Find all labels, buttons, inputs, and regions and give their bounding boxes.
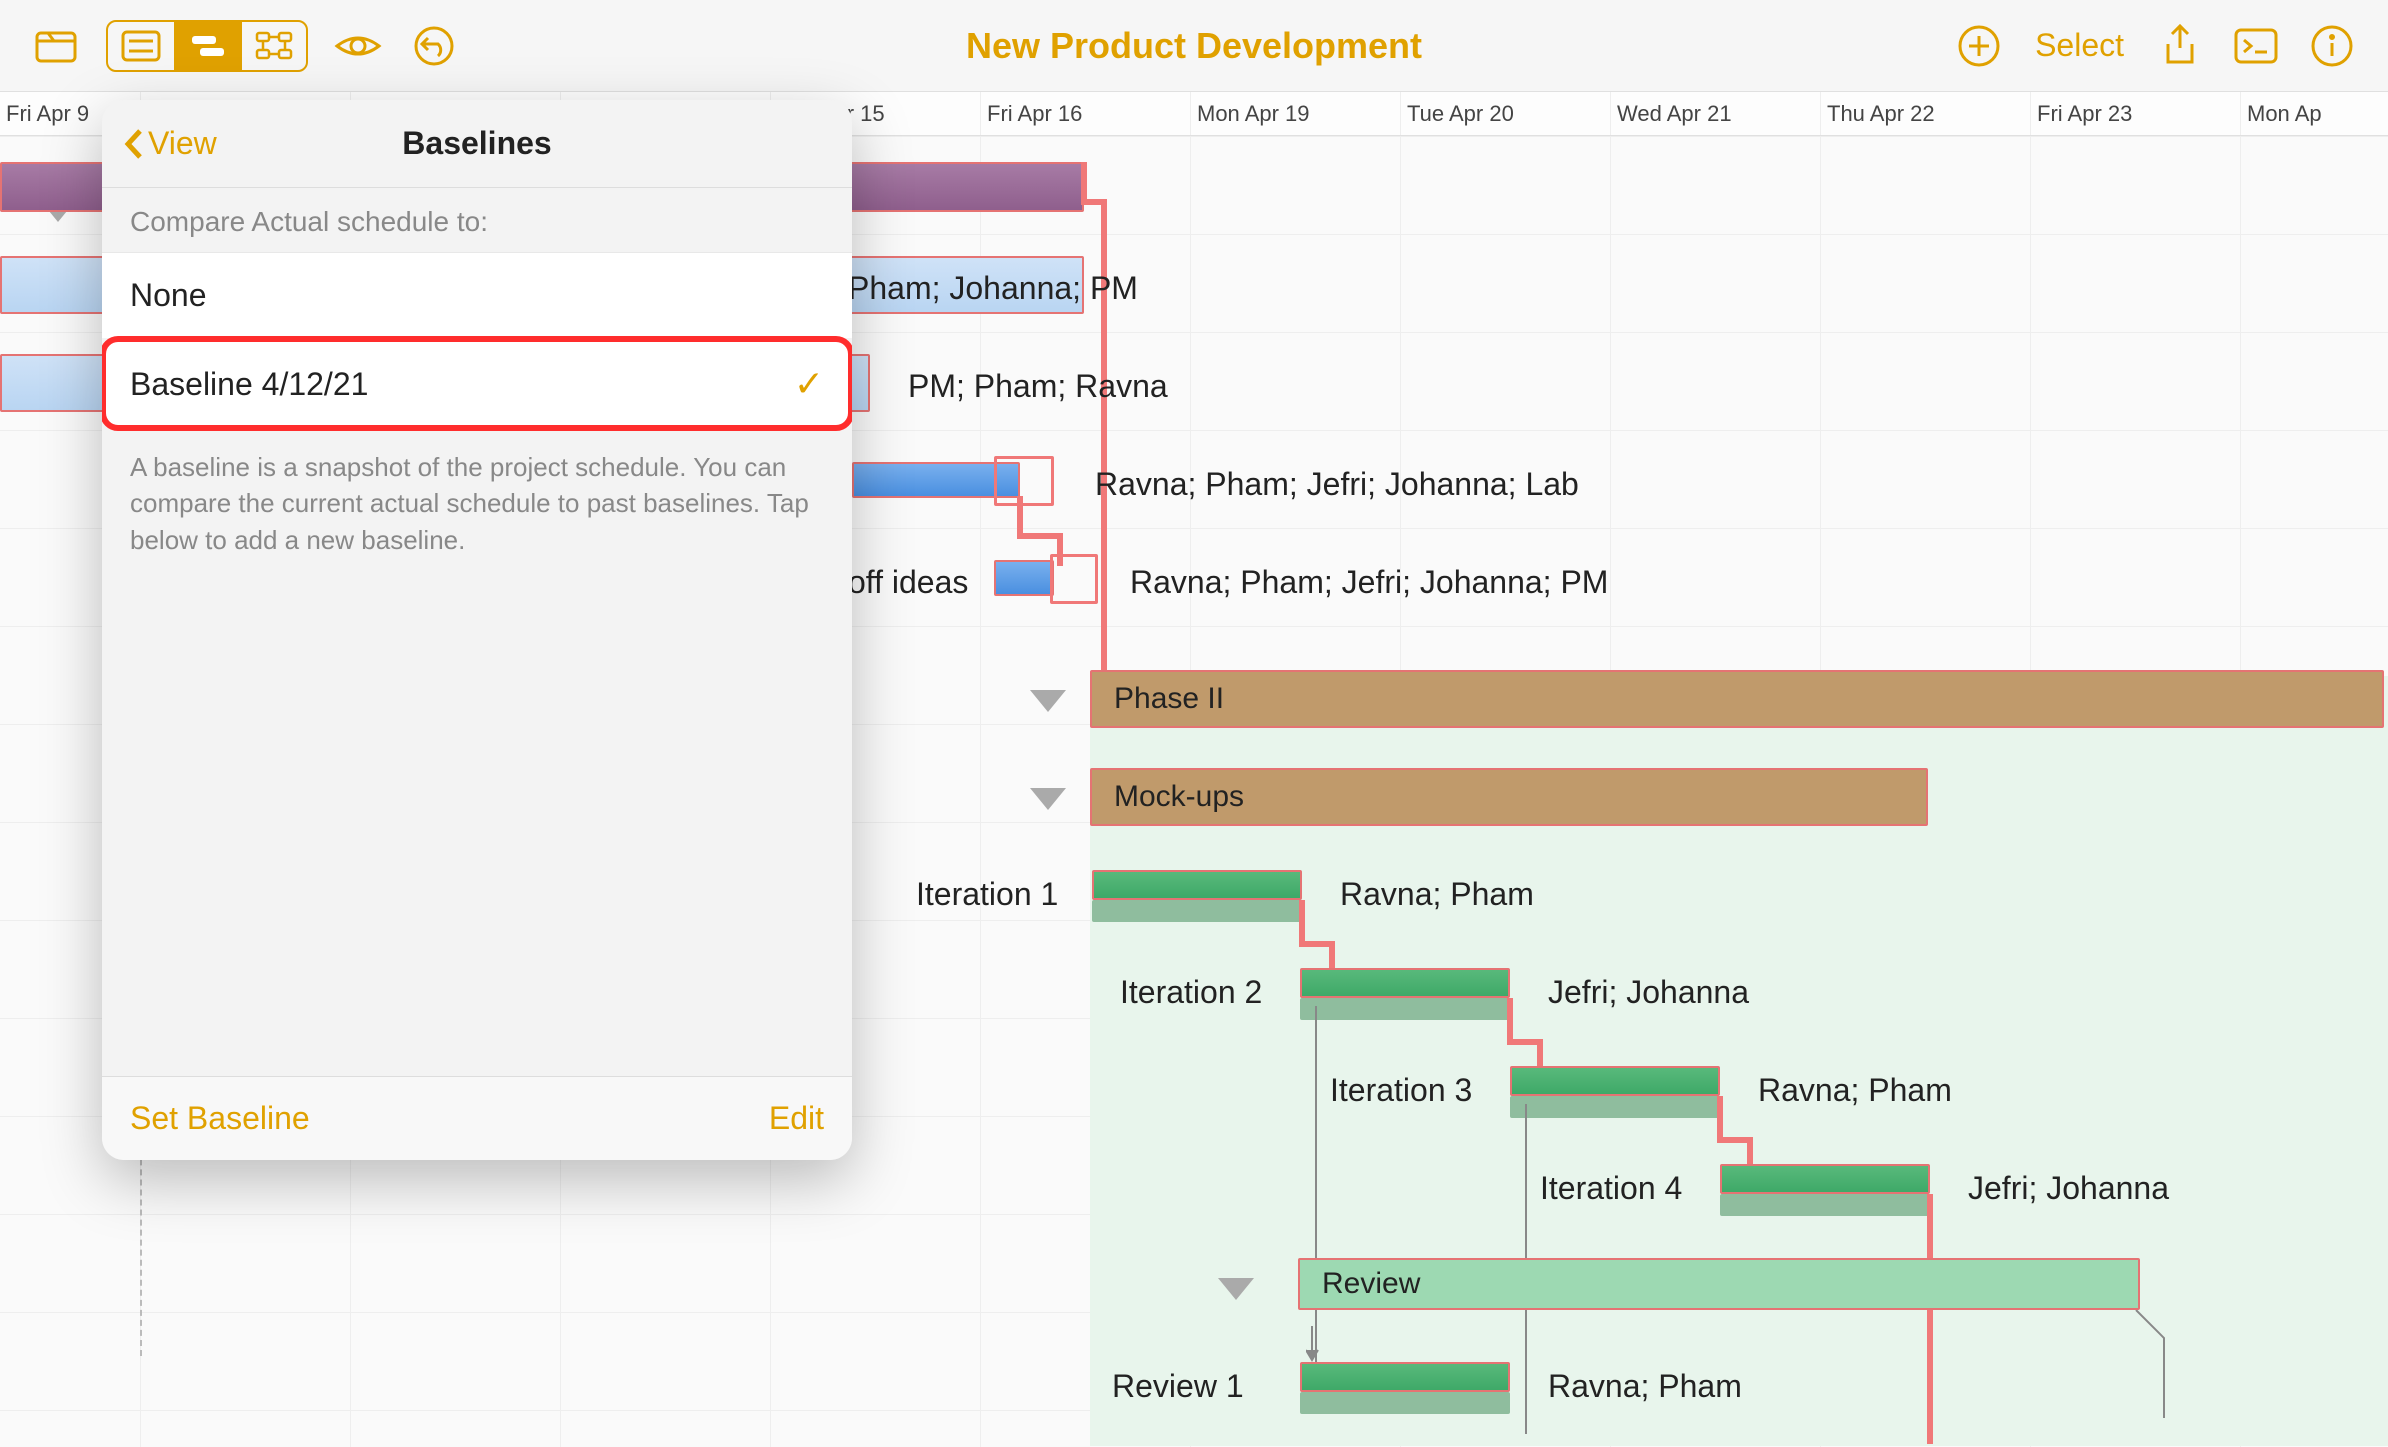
task-name: Iteration 2 xyxy=(1120,974,1262,1011)
task-name: Iteration 3 xyxy=(1330,1072,1472,1109)
console-button[interactable] xyxy=(2230,20,2282,72)
task-label: Jefri; Johanna xyxy=(1548,974,1749,1011)
share-button[interactable] xyxy=(2154,20,2206,72)
task-label: off ideas xyxy=(848,564,968,601)
date-col: Mon Apr 19 xyxy=(1190,92,1400,135)
date-col: Mon Ap xyxy=(2240,92,2388,135)
date-col: Fri Apr 16 xyxy=(980,92,1190,135)
task-label: Ravna; Pham xyxy=(1758,1072,1952,1109)
baselines-popover: View Baselines Compare Actual schedule t… xyxy=(102,100,852,1160)
disclosure-icon[interactable] xyxy=(1218,1278,1254,1300)
task-name: Iteration 4 xyxy=(1540,1170,1682,1207)
edit-button[interactable]: Edit xyxy=(769,1100,824,1137)
view-mode-list[interactable] xyxy=(108,22,174,70)
task-label: Ravna; Pham; Jefri; Johanna; PM xyxy=(1130,564,1608,601)
task-label: Ravna; Pham xyxy=(1340,876,1534,913)
view-mode-gantt[interactable] xyxy=(174,22,240,70)
task-label: Ravna; Pham xyxy=(1548,1368,1742,1405)
group-bar[interactable]: Mock-ups xyxy=(1090,768,1928,826)
task-bar[interactable] xyxy=(1510,1066,1720,1096)
section-label: Compare Actual schedule to: xyxy=(102,188,852,252)
baseline-bar xyxy=(1300,998,1510,1020)
task-name: Iteration 1 xyxy=(916,876,1058,913)
task-label: Ravna; Pham; Jefri; Johanna; Lab xyxy=(1095,466,1579,503)
task-name: Review 1 xyxy=(1112,1368,1244,1405)
disclosure-icon[interactable] xyxy=(1030,690,1066,712)
task-bar[interactable] xyxy=(994,560,1054,596)
baseline-bar xyxy=(1300,1392,1510,1414)
date-col: Tue Apr 20 xyxy=(1400,92,1610,135)
group-bar[interactable]: Review xyxy=(1298,1258,2140,1310)
date-col: Thu Apr 22 xyxy=(1820,92,2030,135)
disclosure-icon[interactable] xyxy=(1030,788,1066,810)
view-mode-segment[interactable] xyxy=(106,20,308,72)
baseline-bar xyxy=(1092,900,1302,922)
document-title: New Product Development xyxy=(966,25,1422,66)
date-col: Wed Apr 21 xyxy=(1610,92,1820,135)
set-baseline-button[interactable]: Set Baseline xyxy=(130,1100,310,1137)
undo-button[interactable] xyxy=(408,20,460,72)
baseline-marker xyxy=(1050,554,1098,604)
task-label: Pham; Johanna; PM xyxy=(848,270,1138,307)
baseline-bar xyxy=(1720,1194,1930,1216)
eye-view-button[interactable] xyxy=(332,20,384,72)
back-button[interactable]: View xyxy=(122,125,217,162)
popover-footer: Set Baseline Edit xyxy=(102,1076,852,1160)
add-button[interactable] xyxy=(1953,20,2005,72)
baseline-option-none[interactable]: None xyxy=(102,252,852,338)
task-bar[interactable] xyxy=(1720,1164,1930,1194)
task-label: PM; Pham; Ravna xyxy=(908,368,1168,405)
checkmark-icon: ✓ xyxy=(794,363,824,405)
task-label: Jefri; Johanna xyxy=(1968,1170,2169,1207)
date-col: Fri Apr 23 xyxy=(2030,92,2240,135)
task-bar[interactable] xyxy=(1300,968,1510,998)
select-button[interactable]: Select xyxy=(2029,20,2130,72)
documents-button[interactable] xyxy=(30,20,82,72)
info-button[interactable] xyxy=(2306,20,2358,72)
task-bar[interactable] xyxy=(1092,870,1302,900)
phase-bar[interactable]: Phase II xyxy=(1090,670,2384,728)
baseline-option-selected[interactable]: Baseline 4/12/21 ✓ xyxy=(102,338,852,429)
toolbar: New Product Development Select xyxy=(0,0,2388,92)
baseline-bar xyxy=(1510,1096,1720,1118)
task-bar[interactable] xyxy=(1300,1362,1510,1392)
popover-header: View Baselines xyxy=(102,100,852,188)
popover-description: A baseline is a snapshot of the project … xyxy=(102,429,852,578)
view-mode-network[interactable] xyxy=(240,22,306,70)
